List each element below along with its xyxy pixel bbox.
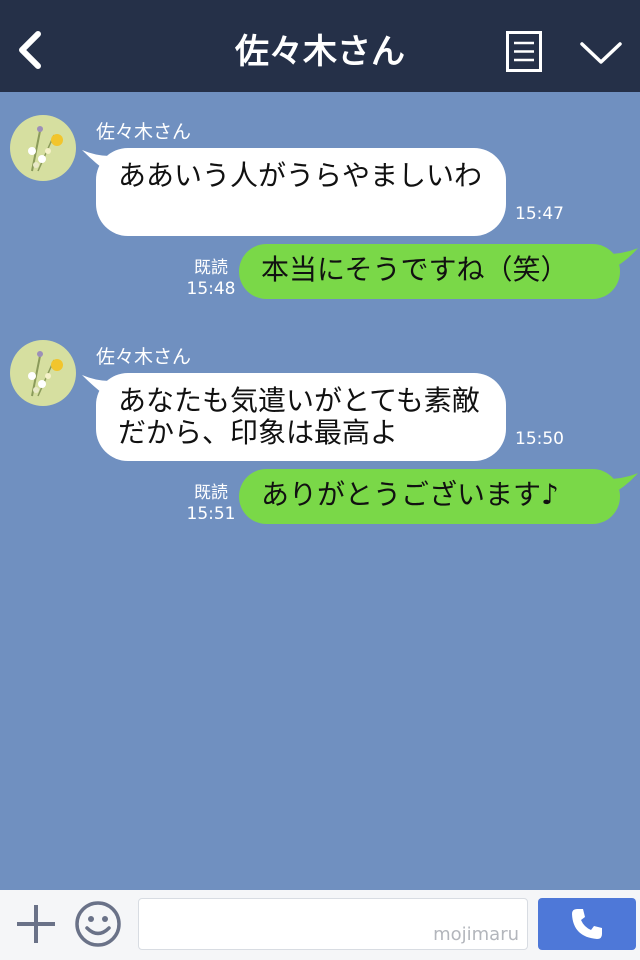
watermark-text: mojimaru <box>433 924 519 945</box>
read-label: 既読 <box>194 258 228 278</box>
message-text: ああいう人がうらやましいわ <box>118 159 483 192</box>
smiley-icon <box>75 901 121 947</box>
message-text: あなたも気遣いがとても素敵だから、印象は最高よ <box>118 384 480 449</box>
read-receipt: 既読 15:48 <box>186 258 236 300</box>
chat-area[interactable]: 佐々木さん ああいう人がうらやましいわ 15:47 既読 15:48 本当にそう… <box>0 92 640 890</box>
bubble-tail <box>606 248 638 270</box>
message-bubble-outgoing[interactable]: 本当にそうですね（笑） <box>239 244 620 299</box>
bubble-tail <box>606 473 638 495</box>
chat-header: 佐々木さん <box>0 0 640 92</box>
message-text: ありがとうございます♪ <box>261 478 559 511</box>
sender-name: 佐々木さん <box>96 346 192 368</box>
call-button[interactable] <box>538 898 636 950</box>
collapse-button[interactable] <box>578 38 624 68</box>
sender-name: 佐々木さん <box>96 121 192 143</box>
flower-icon <box>28 126 63 172</box>
chevron-down-icon <box>580 42 622 64</box>
message-text: 本当にそうですね（笑） <box>261 253 569 286</box>
chevron-left-icon <box>19 31 41 69</box>
message-time: 15:47 <box>515 204 564 224</box>
avatar[interactable] <box>10 115 76 181</box>
message-bubble-incoming[interactable]: ああいう人がうらやましいわ <box>96 148 506 236</box>
avatar[interactable] <box>10 340 76 406</box>
chat-title: 佐々木さん <box>235 32 405 72</box>
menu-button[interactable] <box>506 31 542 72</box>
message-time: 15:50 <box>515 429 564 449</box>
read-receipt: 既読 15:51 <box>186 483 236 525</box>
message-time: 15:48 <box>186 279 236 299</box>
read-label: 既読 <box>194 483 228 503</box>
message-input[interactable]: mojimaru <box>138 898 528 950</box>
plus-icon <box>17 905 55 943</box>
add-button[interactable] <box>14 902 58 946</box>
list-icon <box>506 31 542 72</box>
flower-icon <box>28 351 63 397</box>
message-time: 15:51 <box>186 504 236 524</box>
emoji-button[interactable] <box>74 900 122 948</box>
phone-icon <box>572 909 602 939</box>
message-bubble-outgoing[interactable]: ありがとうございます♪ <box>239 469 620 524</box>
back-button[interactable] <box>12 26 48 74</box>
message-bubble-incoming[interactable]: あなたも気遣いがとても素敵だから、印象は最高よ <box>96 373 506 461</box>
